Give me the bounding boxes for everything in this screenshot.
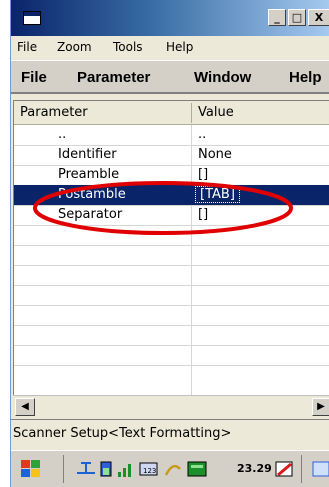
taskbar: 123 23.29 [11, 450, 329, 487]
list-rows: .. .. Identifier None Preamble [] Postam… [14, 125, 329, 395]
menu-file[interactable]: File [17, 40, 37, 54]
app-menu-parameter[interactable]: Parameter [77, 69, 150, 86]
param-name: .. [58, 127, 67, 142]
menu-tools[interactable]: Tools [113, 40, 143, 54]
battery-icon[interactable] [99, 460, 113, 478]
app-icon [23, 11, 41, 25]
row-gridline [14, 265, 329, 266]
list-row-postamble[interactable]: Postamble [TAB] [14, 185, 329, 205]
row-gridline [14, 305, 329, 306]
taskbar-divider [301, 455, 302, 483]
taskbar-divider [63, 455, 64, 483]
param-value: [] [198, 207, 209, 222]
stylus-icon[interactable] [163, 459, 183, 479]
row-gridline [14, 345, 329, 346]
title-bar[interactable]: _ □ X [11, 0, 329, 36]
app-menu-help[interactable]: Help [289, 69, 322, 86]
minimize-icon: _ [274, 11, 280, 24]
row-gridline [14, 245, 329, 246]
horizontal-scrollbar[interactable]: ◀ ▶ [13, 395, 329, 417]
menu-zoom[interactable]: Zoom [57, 40, 92, 54]
param-value: .. [198, 127, 207, 142]
list-row-separator[interactable]: Separator [] [14, 205, 329, 225]
application-window: _ □ X File Zoom Tools Help File Paramete… [10, 0, 329, 487]
app-menu-window[interactable]: Window [194, 69, 251, 86]
close-icon: X [314, 11, 324, 24]
scroll-right-button[interactable]: ▶ [312, 398, 329, 416]
scroll-left-icon: ◀ [21, 401, 29, 412]
param-name: Preamble [58, 167, 120, 182]
list-row-preamble[interactable]: Preamble [] [14, 165, 329, 185]
start-flag-icon[interactable] [19, 458, 43, 480]
app-menu-bar: File Parameter Window Help [11, 60, 329, 94]
row-gridline [14, 365, 329, 366]
list-header: Parameter Value [14, 101, 329, 125]
keyboard-toggle-icon[interactable] [311, 459, 329, 479]
param-value: [TAB] [195, 186, 240, 203]
param-name: Identifier [58, 147, 117, 162]
param-name: Postamble [58, 187, 126, 202]
svg-text:123: 123 [143, 467, 156, 475]
list-row-identifier[interactable]: Identifier None [14, 145, 329, 165]
status-bar: Scanner Setup<Text Formatting> [11, 419, 329, 448]
param-value: None [198, 147, 232, 162]
menu-help[interactable]: Help [166, 40, 193, 54]
clock[interactable]: 23.29 [237, 462, 272, 475]
list-row-parent[interactable]: .. .. [14, 125, 329, 145]
status-text: Scanner Setup<Text Formatting> [13, 426, 232, 441]
scroll-right-icon: ▶ [317, 401, 325, 412]
close-button[interactable]: X [308, 9, 329, 26]
memory-icon[interactable] [187, 460, 207, 478]
column-divider[interactable] [191, 103, 192, 123]
scroll-left-button[interactable]: ◀ [15, 398, 35, 416]
maximize-button[interactable]: □ [288, 9, 306, 26]
param-value: [] [198, 167, 209, 182]
menu-bar: File Zoom Tools Help [11, 36, 329, 58]
maximize-icon: □ [291, 11, 303, 24]
keyboard-icon[interactable]: 123 [139, 460, 159, 478]
minimize-button[interactable]: _ [268, 9, 286, 26]
parameter-list[interactable]: Parameter Value .. .. Identifier None Pr… [13, 100, 329, 395]
row-gridline [14, 285, 329, 286]
edit-icon[interactable] [273, 458, 295, 480]
column-header-value[interactable]: Value [198, 105, 234, 120]
app-menu-file[interactable]: File [21, 69, 47, 86]
column-header-parameter[interactable]: Parameter [20, 105, 88, 120]
network-icon[interactable] [75, 461, 97, 477]
param-name: Separator [58, 207, 123, 222]
row-gridline [14, 325, 329, 326]
row-gridline [14, 225, 329, 226]
signal-icon[interactable] [117, 460, 135, 478]
